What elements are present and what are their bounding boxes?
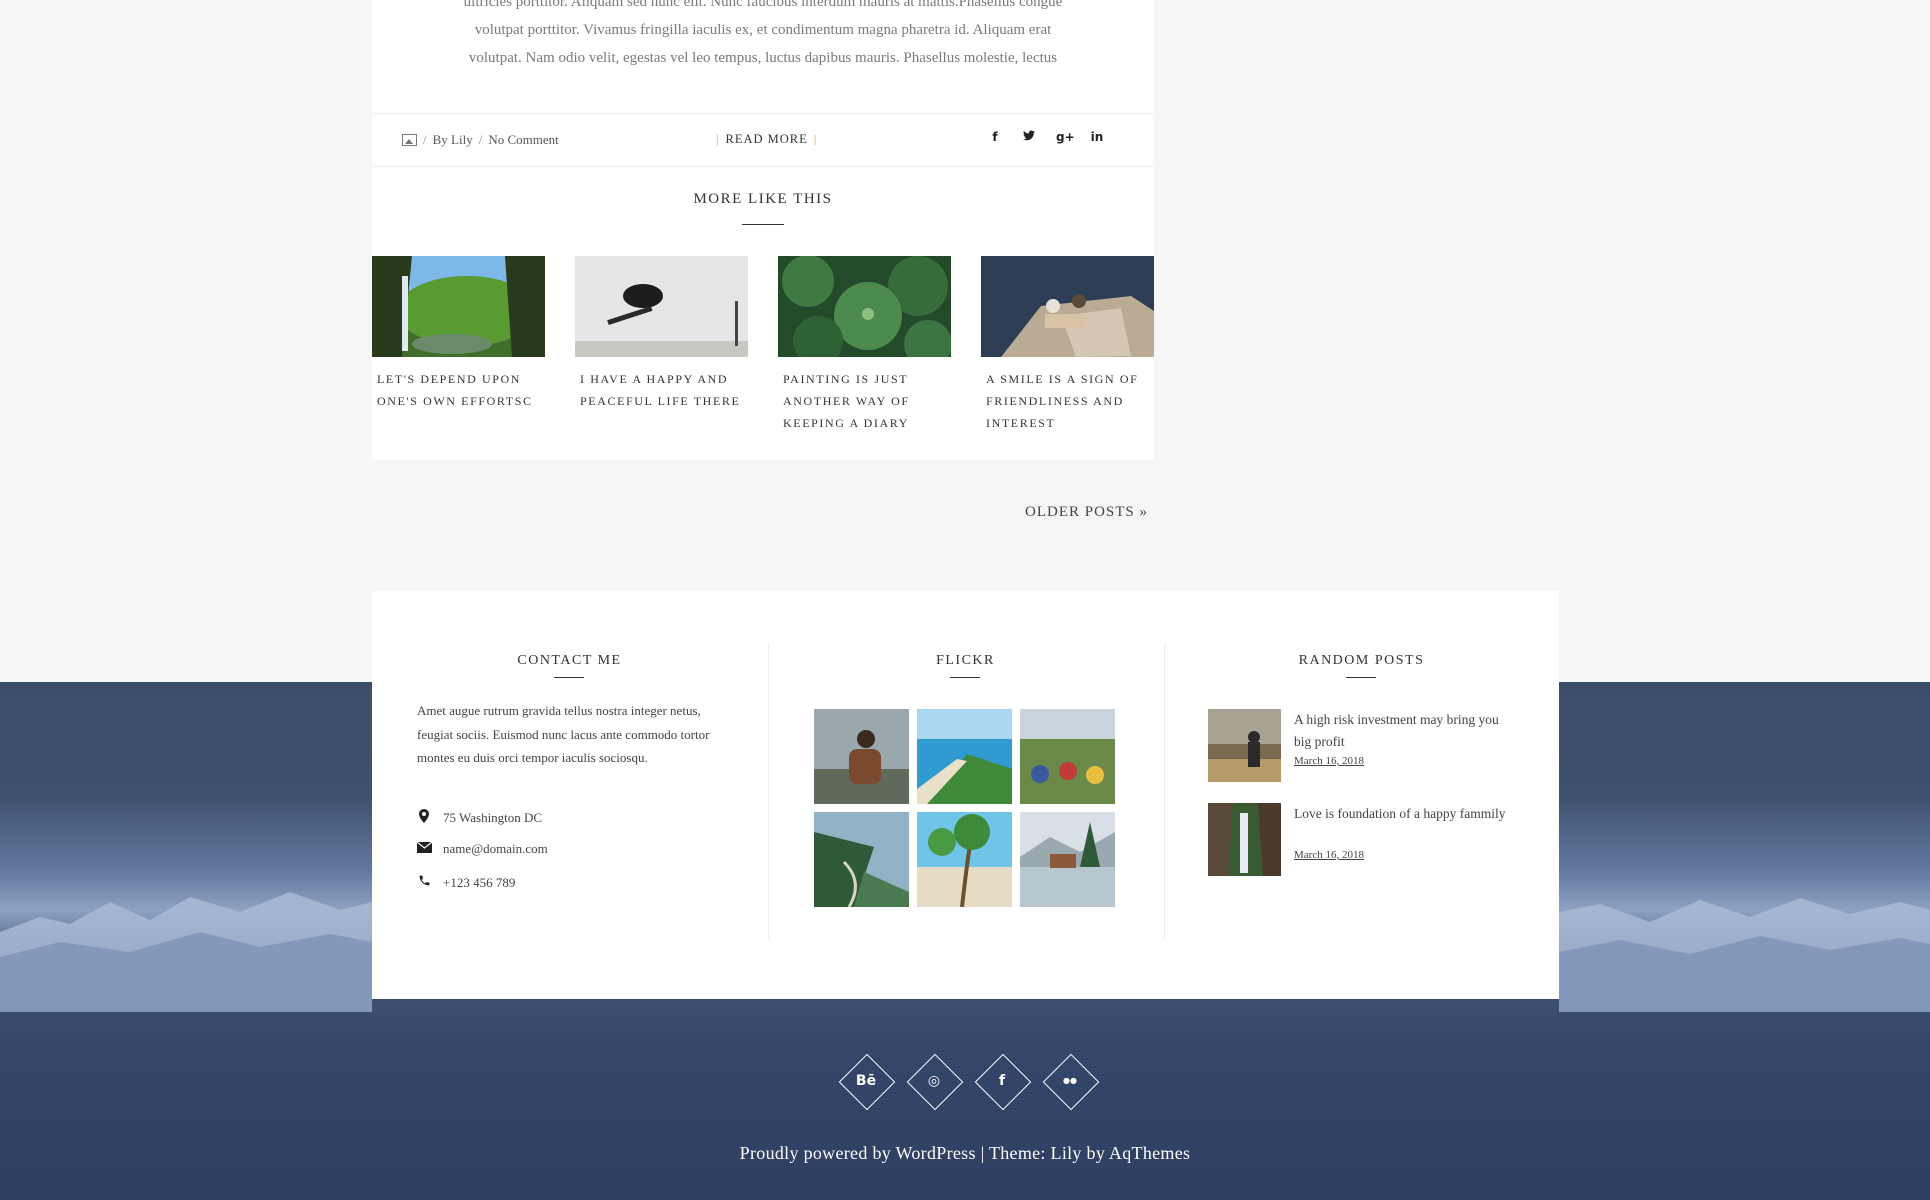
related-post[interactable]: PAINTING IS JUST ANOTHER WAY OF KEEPING … (778, 255, 952, 434)
related-post-thumbnail[interactable] (368, 246, 548, 357)
contact-address: 75 Washington DC (417, 809, 542, 827)
flickr-photo[interactable] (1020, 709, 1115, 804)
linkedin-icon[interactable]: in (1090, 130, 1104, 144)
related-post-title[interactable]: PAINTING IS JUST ANOTHER WAY OF KEEPING … (783, 368, 951, 434)
random-post-thumbnail[interactable] (1208, 709, 1281, 782)
post-meta: / By Lily / No Comment (402, 132, 559, 148)
envelope-icon (416, 841, 433, 857)
flickr-widget-title: FLICKR (936, 653, 995, 668)
flickr-glyph: ●● (1063, 1076, 1077, 1085)
random-post-title[interactable]: A high risk investment may bring you big… (1294, 709, 1516, 753)
map-marker-icon (417, 809, 431, 827)
flickr-icon[interactable]: ●● (1042, 1053, 1098, 1109)
phone-icon (417, 874, 431, 891)
address-text: 75 Washington DC (443, 810, 543, 825)
meta-separator: / (423, 132, 427, 147)
related-post-thumbnail[interactable] (575, 256, 748, 357)
title-underline (950, 677, 980, 678)
flickr-photo[interactable] (917, 709, 1012, 804)
post-meta-bar: / By Lily / No Comment | READ MORE | f g+ … (372, 113, 1154, 167)
flickr-grid (814, 709, 1115, 907)
footer-widgets: CONTACT ME Amet augue rutrum gravida tel… (372, 591, 1559, 999)
read-more-label: READ MORE (725, 132, 808, 146)
related-post-title[interactable]: LET'S DEPEND UPON ONE'S OWN EFFORTSC (377, 368, 545, 412)
contact-email: name@domain.com (416, 841, 548, 857)
twitter-icon[interactable] (1022, 130, 1036, 144)
column-divider (1164, 643, 1165, 939)
related-post[interactable]: A SMILE IS A SIGN OF FRIENDLINESS AND IN… (981, 256, 1154, 434)
facebook-glyph: f (998, 1073, 1006, 1089)
post-author-link[interactable]: By Lily (433, 132, 473, 148)
related-post-thumbnail[interactable] (778, 255, 952, 368)
older-posts-link[interactable]: OLDER POSTS » (1025, 504, 1148, 521)
flickr-photo[interactable] (1020, 812, 1115, 907)
email-link[interactable]: name@domain.com (443, 841, 548, 857)
random-post-thumbnail[interactable] (1208, 803, 1281, 876)
column-divider (768, 643, 769, 939)
share-icons: f g+ in (988, 130, 1104, 144)
title-underline (742, 224, 784, 225)
random-post-date[interactable]: March 16, 2018 (1294, 755, 1364, 767)
related-post-title[interactable]: I HAVE A HAPPY AND PEACEFUL LIFE THERE (580, 368, 748, 412)
excerpt-line: volutpat porttitor. Vivamus fringilla ia… (474, 22, 1052, 38)
related-post[interactable]: I HAVE A HAPPY AND PEACEFUL LIFE THERE (575, 256, 748, 412)
post-comments-link[interactable]: No Comment (488, 132, 558, 148)
behance-glyph: Bē (855, 1073, 877, 1089)
title-underline (554, 677, 584, 678)
related-post-thumbnail[interactable] (981, 256, 1154, 357)
dribbble-icon[interactable]: ◎ (906, 1053, 962, 1109)
post-card: ultricies porttitor. Aliquam sed nunc el… (368, 0, 1154, 460)
random-posts-widget-title: RANDOM POSTS (1298, 653, 1425, 668)
meta-separator: / (478, 132, 483, 147)
google-plus-icon[interactable]: g+ (1056, 130, 1075, 144)
read-more-divider: | (813, 132, 818, 146)
excerpt-line: ultricies porttitor. Aliquam sed nunc el… (463, 0, 1063, 10)
flickr-photo[interactable] (814, 709, 909, 804)
dribbble-glyph: ◎ (927, 1073, 941, 1089)
footer-credit: Proudly powered by WordPress | Theme: Li… (739, 1143, 1191, 1163)
read-more-button[interactable]: | READ MORE | (710, 132, 823, 147)
flickr-photo[interactable] (814, 812, 909, 907)
facebook-icon[interactable]: f (988, 130, 1002, 144)
random-post-title[interactable]: Love is foundation of a happy fammily (1294, 803, 1516, 825)
flickr-photo[interactable] (917, 812, 1012, 907)
image-format-icon (402, 134, 417, 146)
contact-widget-title: CONTACT ME (517, 653, 622, 668)
post-excerpt: ultricies porttitor. Aliquam sed nunc el… (372, 0, 1154, 72)
related-post[interactable]: LET'S DEPEND UPON ONE'S OWN EFFORTSC (368, 246, 548, 412)
contact-phone: +123 456 789 (417, 874, 515, 891)
facebook-icon[interactable]: f (974, 1053, 1030, 1109)
behance-icon[interactable]: Bē (838, 1053, 894, 1109)
footer-social-icons: Bē ◎ f ●● (838, 1053, 1098, 1109)
title-underline (1346, 677, 1376, 678)
more-like-this-title: MORE LIKE THIS (693, 191, 833, 207)
excerpt-line: volutpat. Nam odio velit, egestas vel le… (468, 50, 1058, 66)
contact-description: Amet augue rutrum gravida tellus nostra … (417, 703, 710, 765)
read-more-divider: | (716, 132, 720, 146)
random-post-date[interactable]: March 16, 2018 (1294, 849, 1364, 861)
related-post-title[interactable]: A SMILE IS A SIGN OF FRIENDLINESS AND IN… (986, 368, 1154, 434)
phone-text: +123 456 789 (443, 874, 516, 890)
